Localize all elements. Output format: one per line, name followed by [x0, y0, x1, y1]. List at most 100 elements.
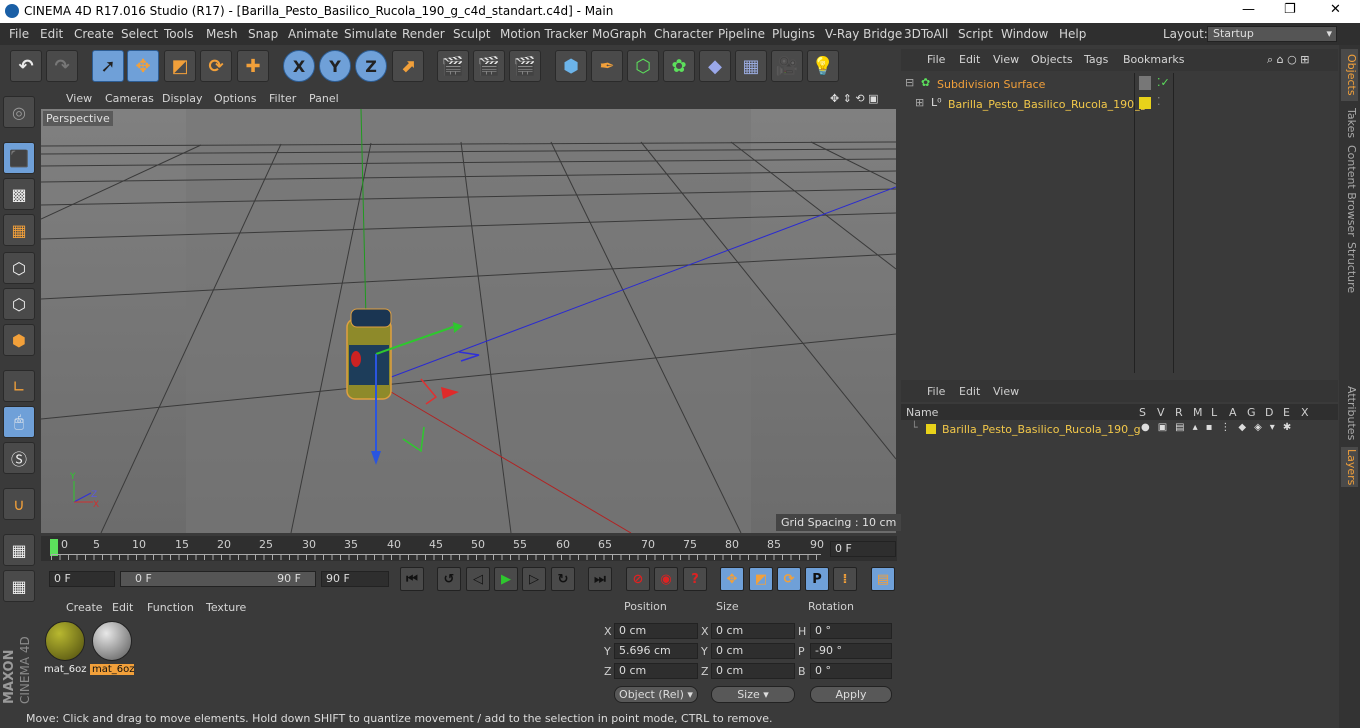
- workplane-lock-icon[interactable]: ▦: [3, 534, 35, 566]
- menu-vray-bridge[interactable]: V-Ray Bridge: [825, 27, 902, 41]
- layer-color-swatch[interactable]: [926, 424, 936, 434]
- move-tool-icon[interactable]: ✥: [127, 50, 159, 82]
- key-scale-icon[interactable]: ◩: [749, 567, 773, 591]
- layer-menu-file[interactable]: File: [927, 385, 945, 398]
- z-axis-lock[interactable]: Z: [355, 50, 387, 82]
- vp-menu-display[interactable]: Display: [162, 92, 203, 105]
- grid-snap-icon[interactable]: ▦: [3, 570, 35, 602]
- subdivision-icon[interactable]: ⬡: [627, 50, 659, 82]
- layer-color-swatch[interactable]: [1139, 97, 1151, 109]
- camera-icon[interactable]: 🎥: [771, 50, 803, 82]
- tab-takes[interactable]: Takes: [1341, 105, 1358, 141]
- autokey-icon[interactable]: ◉: [654, 567, 678, 591]
- vp-menu-cameras[interactable]: Cameras: [105, 92, 154, 105]
- menu-render[interactable]: Render: [402, 27, 445, 41]
- size-mode-dropdown[interactable]: Size ▾: [711, 686, 795, 703]
- minimize-button[interactable]: —: [1242, 2, 1255, 17]
- timeline-window-icon[interactable]: ▤: [871, 567, 895, 591]
- prev-frame-icon[interactable]: ◁: [466, 567, 490, 591]
- menu-file[interactable]: File: [9, 27, 29, 41]
- scale-tool-icon[interactable]: ◩: [164, 50, 196, 82]
- cube-primitive-icon[interactable]: ⬢: [555, 50, 587, 82]
- pen-spline-icon[interactable]: ✒: [591, 50, 623, 82]
- vp-menu-options[interactable]: Options: [214, 92, 256, 105]
- menu-motion-tracker[interactable]: Motion Tracker: [500, 27, 588, 41]
- tab-attributes[interactable]: Attributes: [1341, 383, 1358, 443]
- goto-end-icon[interactable]: ⏭: [588, 567, 612, 591]
- record-keys-icon[interactable]: ⊘: [626, 567, 650, 591]
- y-axis-lock[interactable]: Y: [319, 50, 351, 82]
- layer-col[interactable]: A: [1229, 406, 1237, 419]
- keyframe-selection-icon[interactable]: ?: [683, 567, 707, 591]
- visibility-dots[interactable]: [1139, 76, 1151, 90]
- size-y-field[interactable]: 0 cm: [711, 643, 795, 659]
- layer-row[interactable]: └ Barilla_Pesto_Basilico_Rucola_190_g ●▣…: [901, 421, 1338, 437]
- layer-col[interactable]: E: [1283, 406, 1290, 419]
- layer-col[interactable]: M: [1193, 406, 1203, 419]
- apply-button[interactable]: Apply: [810, 686, 892, 703]
- tab-content-browser[interactable]: Content Browser: [1341, 145, 1358, 237]
- object-row-subdivision[interactable]: ⊟ ✿ Subdivision Surface ⁚✓: [901, 75, 1338, 93]
- key-rotation-icon[interactable]: ⟳: [777, 567, 801, 591]
- tweak-mode-icon[interactable]: 🖱: [3, 406, 35, 438]
- obj-menu-file[interactable]: File: [927, 53, 945, 66]
- key-position-icon[interactable]: ✥: [720, 567, 744, 591]
- layout-select[interactable]: Startup ▾: [1207, 26, 1337, 42]
- coord-mode-dropdown[interactable]: Object (Rel) ▾: [614, 686, 698, 703]
- obj-menu-view[interactable]: View: [993, 53, 1019, 66]
- menu-tools[interactable]: Tools: [164, 27, 194, 41]
- layer-col[interactable]: D: [1265, 406, 1273, 419]
- material-swatch[interactable]: mat_6oz: [44, 621, 87, 677]
- layer-name[interactable]: Barilla_Pesto_Basilico_Rucola_190_g: [942, 423, 1141, 436]
- object-name[interactable]: Barilla_Pesto_Basilico_Rucola_190_g: [948, 98, 1147, 111]
- object-row-barilla[interactable]: ⊞ L⁰ Barilla_Pesto_Basilico_Rucola_190_g…: [901, 95, 1338, 113]
- key-pla-icon[interactable]: ⁞: [833, 567, 857, 591]
- goto-start-icon[interactable]: ⏮: [400, 567, 424, 591]
- mat-menu-create[interactable]: Create: [66, 601, 103, 614]
- start-frame-field[interactable]: 0 F: [49, 571, 115, 587]
- polygons-mode-icon[interactable]: ⬢: [3, 324, 35, 356]
- layer-col[interactable]: S: [1139, 406, 1146, 419]
- cloner-icon[interactable]: ✿: [663, 50, 695, 82]
- deformer-icon[interactable]: ◆: [699, 50, 731, 82]
- prev-key-icon[interactable]: ↺: [437, 567, 461, 591]
- obj-menu-tags[interactable]: Tags: [1084, 53, 1108, 66]
- menu-mograph[interactable]: MoGraph: [592, 27, 647, 41]
- axis-mode-icon[interactable]: ∟: [3, 370, 35, 402]
- rotation-p-field[interactable]: -90 °: [810, 643, 892, 659]
- tab-structure[interactable]: Structure: [1341, 241, 1358, 295]
- vp-menu-view[interactable]: View: [66, 92, 92, 105]
- menu-simulate[interactable]: Simulate: [344, 27, 397, 41]
- size-x-field[interactable]: 0 cm: [711, 623, 795, 639]
- menu-animate[interactable]: Animate: [288, 27, 338, 41]
- light-icon[interactable]: 💡: [807, 50, 839, 82]
- undo-icon[interactable]: ↶: [10, 50, 42, 82]
- menu-help[interactable]: Help: [1059, 27, 1086, 41]
- texture-mode-icon[interactable]: ▩: [3, 178, 35, 210]
- obj-menu-objects[interactable]: Objects: [1031, 53, 1073, 66]
- make-editable-icon[interactable]: ◎: [3, 96, 35, 128]
- position-z-field[interactable]: 0 cm: [614, 663, 698, 679]
- mat-menu-function[interactable]: Function: [147, 601, 194, 614]
- menu-pipeline[interactable]: Pipeline: [718, 27, 765, 41]
- menu-script[interactable]: Script: [958, 27, 993, 41]
- snap-icon[interactable]: Ⓢ: [3, 442, 35, 474]
- render-view-icon[interactable]: 🎬: [437, 50, 469, 82]
- coordinate-system-icon[interactable]: ⬈: [392, 50, 424, 82]
- 3d-viewport[interactable]: Y Z X: [41, 109, 896, 533]
- viewport-nav-icons[interactable]: ✥ ⇕ ⟲ ▣: [830, 92, 879, 105]
- pesto-jar[interactable]: [346, 308, 392, 400]
- menu-3dtoall[interactable]: 3DToAll: [904, 27, 948, 41]
- render-picture-viewer-icon[interactable]: 🎬: [473, 50, 505, 82]
- timeline-ruler[interactable]: 0 5 10 15 20 25 30 35 40 45 50 55 60 65 …: [41, 536, 897, 561]
- model-mode-icon[interactable]: ⬛: [3, 142, 35, 174]
- layer-flag-icons[interactable]: ●▣▤▴▪⋮◆◈▾✱: [1141, 422, 1299, 433]
- layer-col[interactable]: X: [1301, 406, 1309, 419]
- menu-snap[interactable]: Snap: [248, 27, 278, 41]
- expand-icon[interactable]: ⊞: [915, 96, 924, 109]
- rotation-b-field[interactable]: 0 °: [810, 663, 892, 679]
- menu-character[interactable]: Character: [654, 27, 713, 41]
- menu-plugins[interactable]: Plugins: [772, 27, 815, 41]
- maximize-button[interactable]: ❐: [1284, 2, 1296, 17]
- layer-menu-edit[interactable]: Edit: [959, 385, 980, 398]
